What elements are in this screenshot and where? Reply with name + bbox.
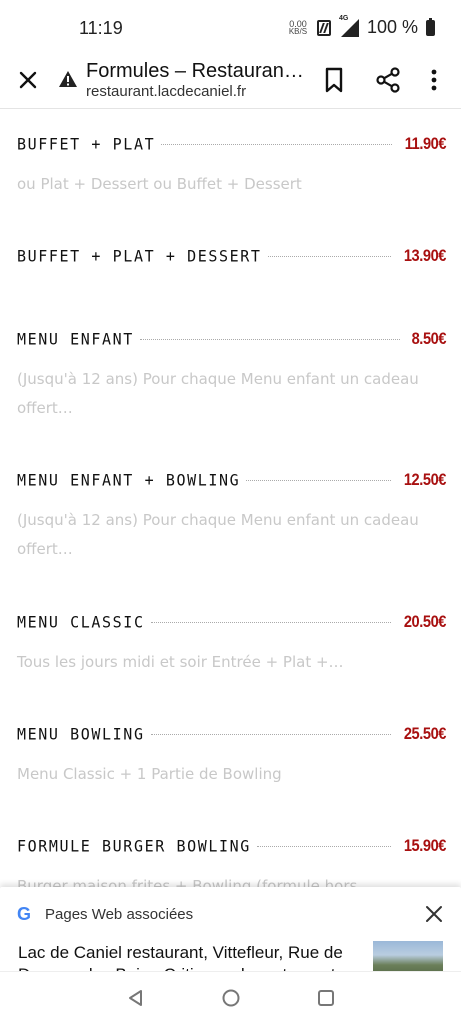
bookmark-icon[interactable] [322,66,346,94]
menu-list: BUFFET + PLAT 11.90€ ou Plat + Dessert o… [0,108,461,888]
menu-item-name: MENU ENFANT + BOWLING [17,470,241,490]
dotted-leader [267,256,391,257]
menu-item-name: MENU BOWLING [17,724,145,744]
sheet-title: Pages Web associées [45,905,194,923]
dotted-leader [256,846,391,847]
menu-item-price: 12.50€ [403,470,447,489]
nfc-icon [316,19,331,36]
menu-item: MENU ENFANT + BOWLING 12.50€ (Jusqu'à 12… [17,470,446,564]
menu-item-price: 13.90€ [403,246,447,265]
menu-item-price: 8.50€ [411,329,447,348]
signal-icon: 4G [339,15,359,37]
google-icon: G [17,904,32,924]
menu-item-name: BUFFET + PLAT [17,134,156,154]
status-bar: 11:19 0.00 KB/S 4G 100 % [0,0,461,52]
network-speed: 0.00 KB/S [287,19,309,36]
menu-item-description: Menu Classic + 1 Partie de Bowling [17,765,282,783]
status-time: 11:19 [79,18,123,38]
dotted-leader [150,734,391,735]
close-icon [19,71,37,89]
dotted-leader [161,144,392,145]
navigation-bar [0,971,461,1024]
menu-item-price: 25.50€ [403,724,447,743]
menu-item-name: MENU CLASSIC [17,612,145,632]
menu-item-name: FORMULE BURGER BOWLING [17,836,251,856]
menu-item-description: Tous les jours midi et soir Entrée + Pla… [17,653,344,671]
share-icon[interactable] [374,66,402,94]
network-speed-unit: KB/S [288,26,308,36]
page-url: restaurant.lacdecaniel.fr [86,83,247,100]
menu-item-name: BUFFET + PLAT + DESSERT [17,246,262,266]
dotted-leader [139,339,400,340]
page-title: Formules – Restaurant… [86,60,306,82]
close-tab-button[interactable] [12,64,44,96]
browser-toolbar: Formules – Restaurant… restaurant.lacdec… [0,52,461,109]
home-icon[interactable] [221,988,241,1008]
related-page-link[interactable]: Lac de Caniel restaurant, Vittefleur, Ru… [18,942,348,971]
menu-item-description: ou Plat + Dessert ou Buffet + Dessert [17,175,302,193]
battery-percent: 100 % [366,17,418,37]
menu-item-price: 15.90€ [403,836,447,855]
dotted-leader [150,622,391,623]
menu-item-price: 20.50€ [403,612,447,631]
menu-item-description: (Jusqu'à 12 ans) Pour chaque Menu enfant… [17,370,419,417]
menu-item: MENU BOWLING 25.50€ Menu Classic + 1 Par… [17,724,446,789]
dotted-leader [246,480,391,481]
sheet-header: G Pages Web associées [17,905,193,923]
page-title-block[interactable]: Formules – Restaurant… restaurant.lacdec… [86,59,306,101]
back-icon[interactable] [126,988,146,1008]
warning-icon[interactable] [58,69,78,89]
menu-item-name: MENU ENFANT [17,329,134,349]
menu-item: MENU CLASSIC 20.50€ Tous les jours midi … [17,612,446,677]
battery-icon [426,17,435,36]
related-page-thumbnail[interactable] [373,941,443,971]
status-icons: 0.00 KB/S 4G 100 % [287,15,435,38]
menu-item: BUFFET + PLAT + DESSERT 13.90€ [17,246,446,270]
screen: 11:19 0.00 KB/S 4G 100 % Formules – Rest… [0,0,461,1024]
menu-item-description: (Jusqu'à 12 ans) Pour chaque Menu enfant… [17,511,419,558]
more-options-icon[interactable] [424,66,444,94]
recent-apps-icon[interactable] [316,988,336,1008]
menu-item: BUFFET + PLAT 11.90€ ou Plat + Dessert o… [17,134,446,199]
menu-item-price: 11.90€ [404,134,447,153]
related-pages-sheet[interactable]: G Pages Web associées Lac de Caniel rest… [0,887,461,971]
menu-item-description: Burger maison frites + Bowling (formule … [17,877,358,888]
close-icon[interactable] [425,905,443,923]
menu-item: MENU ENFANT 8.50€ (Jusqu'à 12 ans) Pour … [17,329,446,423]
menu-item: FORMULE BURGER BOWLING 15.90€ Burger mai… [17,836,446,888]
